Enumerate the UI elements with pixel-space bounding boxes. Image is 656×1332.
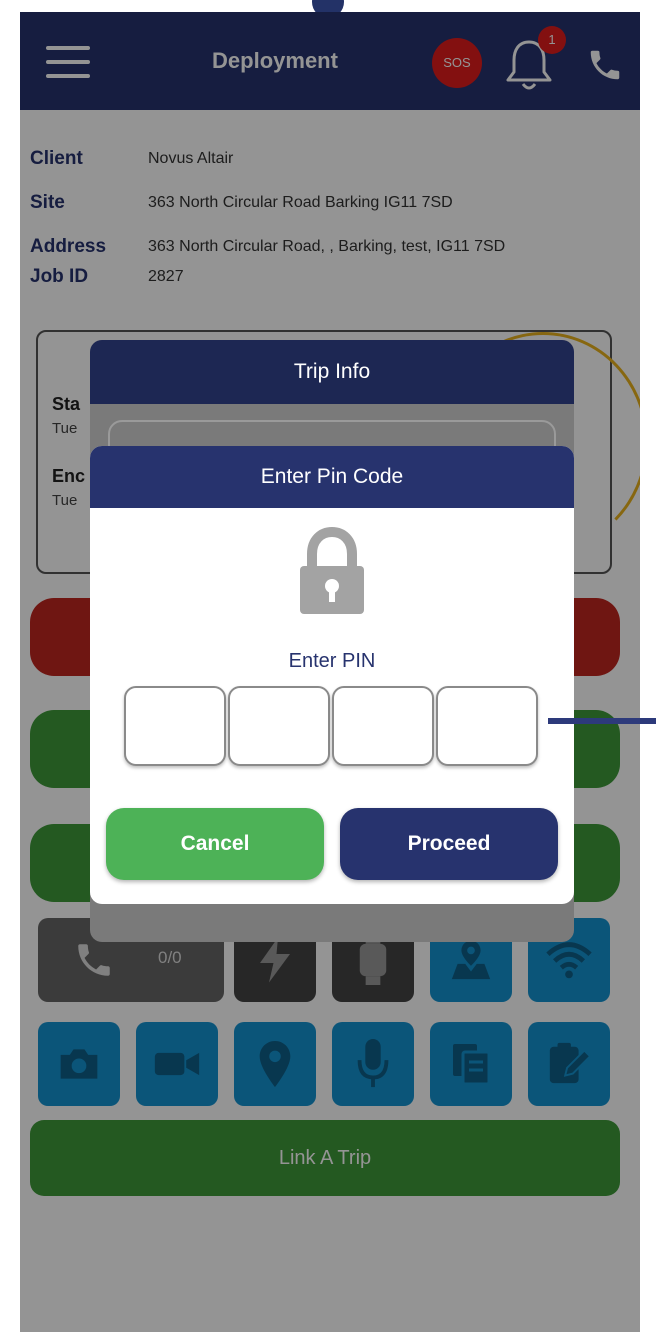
cancel-button[interactable]: Cancel: [106, 808, 324, 880]
phone-frame: Deployment SOS 1 Client Novus Altair Sit…: [0, 0, 656, 1332]
app-screen: Deployment SOS 1 Client Novus Altair Sit…: [20, 12, 640, 1332]
pin-dialog-title: Enter Pin Code: [90, 446, 574, 508]
pin-digit-4[interactable]: [436, 686, 538, 766]
pin-digit-1[interactable]: [124, 686, 226, 766]
pin-digit-2[interactable]: [228, 686, 330, 766]
pin-code-dialog: Enter Pin Code Enter PIN Cancel Proceed: [90, 446, 574, 904]
annotation-connector-line: [548, 718, 656, 724]
pin-digit-3[interactable]: [332, 686, 434, 766]
pin-prompt: Enter PIN: [288, 650, 376, 672]
proceed-button[interactable]: Proceed: [340, 808, 558, 880]
trip-info-title: Trip Info: [90, 340, 574, 404]
lock-icon: [296, 526, 368, 616]
